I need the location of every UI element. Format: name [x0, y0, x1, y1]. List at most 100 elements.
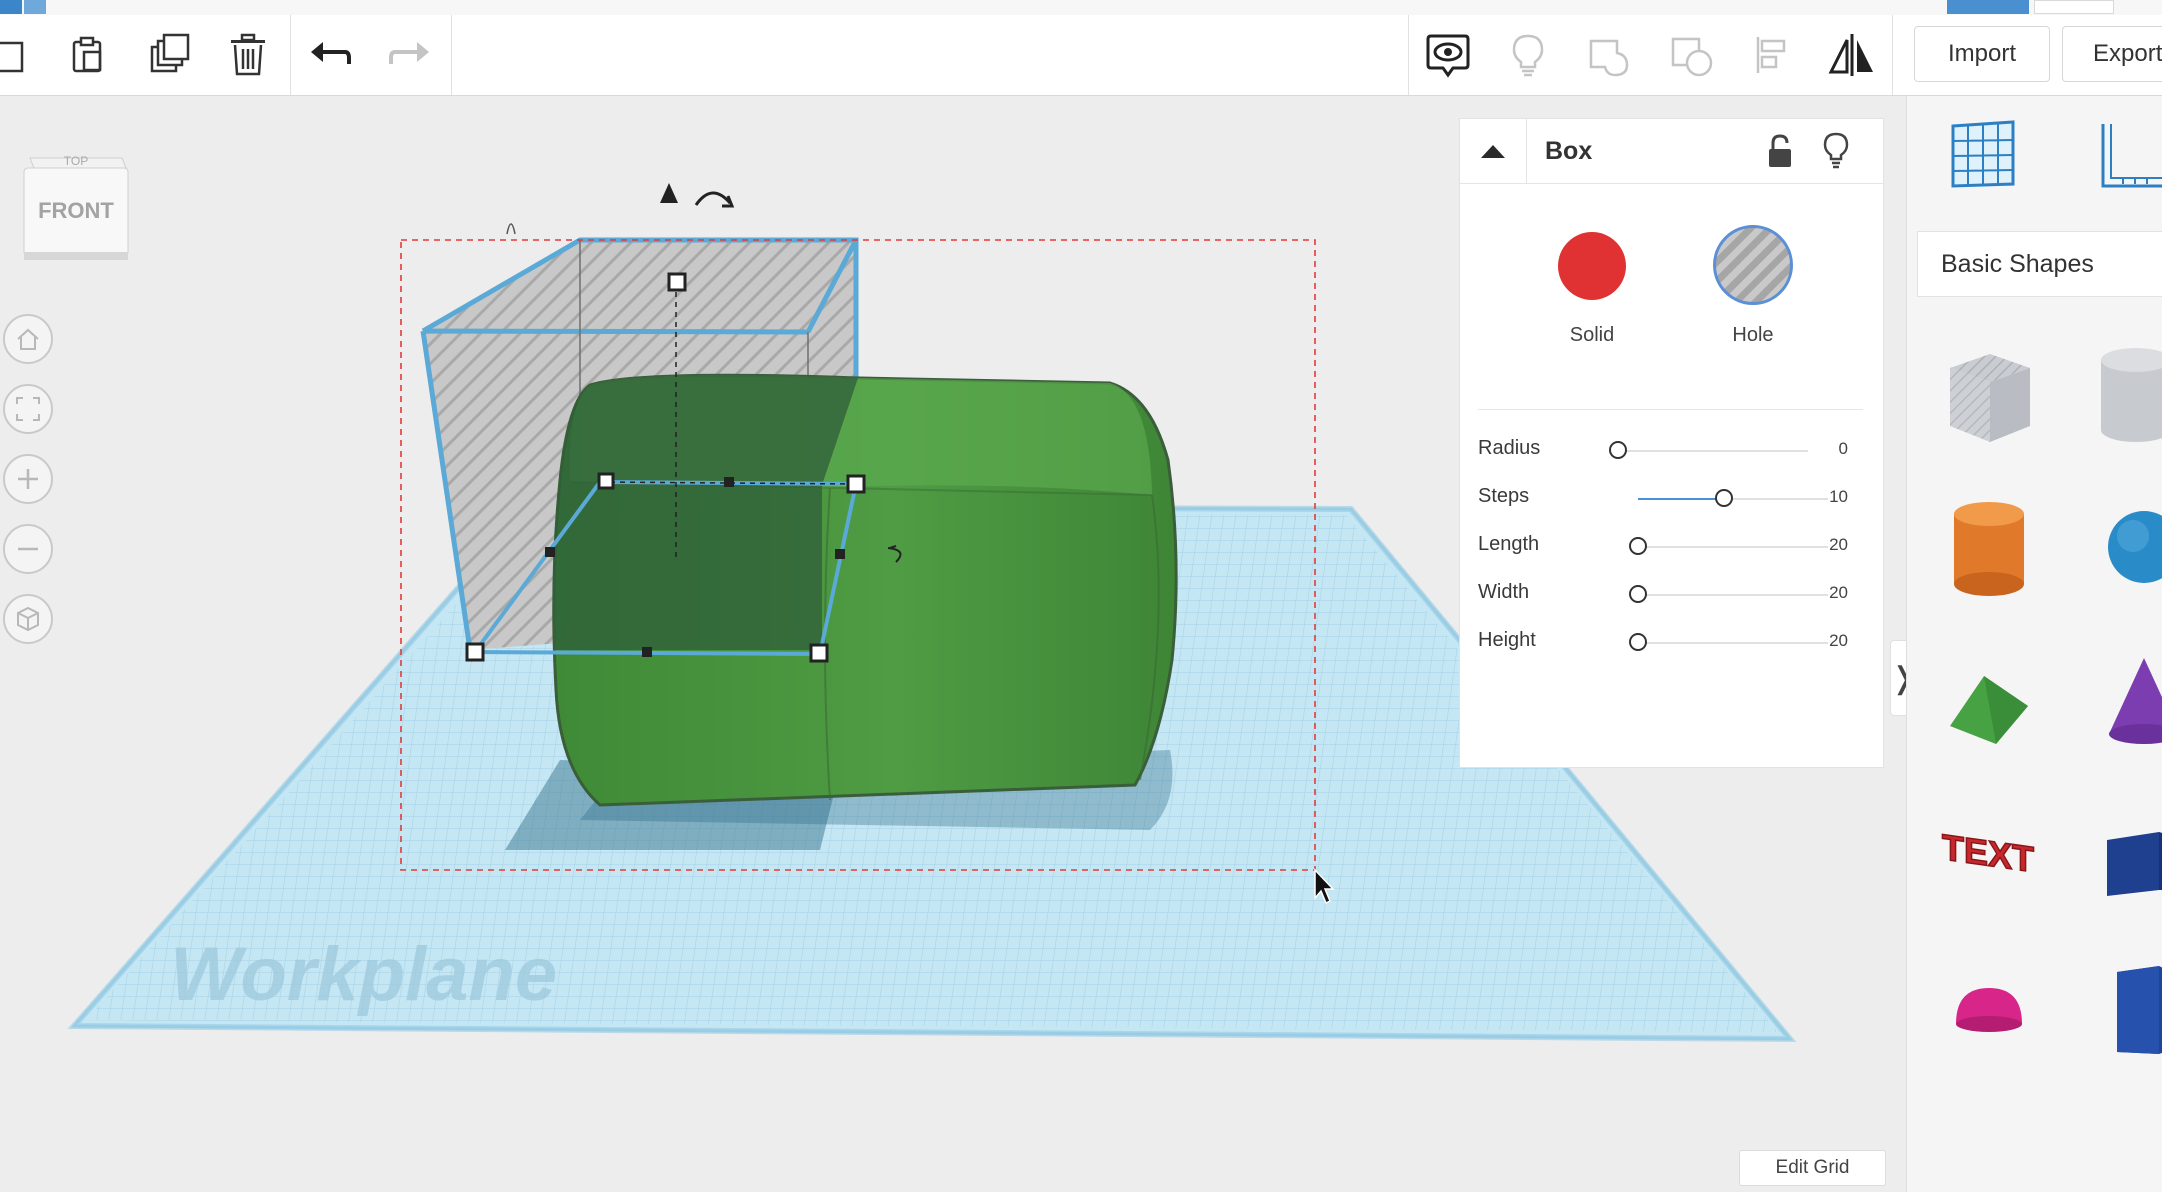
roof-shape[interactable] [1934, 646, 2044, 756]
inspector-header: Box [1460, 119, 1883, 184]
cylinder-shape[interactable] [1934, 492, 2044, 602]
hole-label: Hole [1732, 324, 1774, 346]
view-cube[interactable]: TOP FRONT [22, 148, 130, 268]
zoom-in-icon[interactable] [3, 454, 53, 504]
toolbar-separator [451, 15, 452, 95]
text-shape[interactable]: TEXT [1934, 800, 2044, 910]
copy-icon[interactable] [0, 29, 40, 81]
lift-arrow-icon[interactable] [660, 183, 678, 203]
panel-toggle-chevron-icon[interactable]: ❭ [1890, 640, 1906, 716]
slider-knob[interactable] [1715, 489, 1733, 507]
shape-library: Basic Shapes TEXT [1906, 96, 2162, 1192]
slider-track[interactable] [1638, 594, 1828, 596]
slider-knob[interactable] [1629, 585, 1647, 603]
import-button[interactable]: Import [1914, 26, 2050, 82]
slider-knob[interactable] [1609, 441, 1627, 459]
undo-icon[interactable] [305, 29, 357, 81]
property-name: Steps [1478, 485, 1530, 507]
green-rounded-box[interactable] [552, 373, 1178, 807]
library-category-select[interactable]: Basic Shapes [1917, 231, 2162, 297]
property-row-width[interactable]: Width 20 [1478, 575, 1868, 615]
zoom-out-icon[interactable] [3, 524, 53, 574]
svg-text:TEXT: TEXT [1942, 826, 2034, 880]
sphere-shape[interactable] [2089, 492, 2162, 602]
property-row-steps[interactable]: Steps 10 [1478, 479, 1868, 519]
main-toolbar: Import Export [0, 15, 2162, 96]
mirror-icon[interactable] [1826, 29, 1878, 81]
app-logo-tile [0, 0, 22, 14]
rotate-arrow-icon[interactable] [694, 191, 735, 208]
property-row-height[interactable]: Height 20 [1478, 623, 1868, 663]
view-cube-front-label: FRONT [38, 198, 114, 223]
3d-viewport[interactable]: Workplane TOP FRONT Box Solid Hole Radiu… [0, 96, 1906, 1192]
slider-knob[interactable] [1629, 537, 1647, 555]
corner-handle [597, 472, 615, 490]
collapse-chevron-icon[interactable] [1460, 119, 1527, 183]
corner-handle [809, 643, 829, 663]
hexagonal-prism-shape[interactable] [2089, 954, 2162, 1064]
perspective-icon[interactable] [3, 594, 53, 644]
box-hole-shape[interactable] [1934, 338, 2044, 448]
edge-handle [835, 549, 845, 559]
ruler-icon[interactable] [2097, 120, 2162, 195]
corner-handle [465, 642, 485, 662]
edit-grid-button[interactable]: Edit Grid [1739, 1150, 1886, 1186]
property-name: Radius [1478, 437, 1541, 459]
slider-track[interactable] [1618, 450, 1808, 452]
property-row-radius[interactable]: Radius 0 [1478, 431, 1868, 471]
ungroup-icon[interactable] [1666, 29, 1718, 81]
property-name: Length [1478, 533, 1540, 555]
library-view-switch [1907, 96, 2162, 206]
toolbar-separator [1408, 15, 1409, 95]
shape-name[interactable]: Box [1545, 137, 1592, 166]
height-handle [667, 272, 687, 292]
half-sphere-shape[interactable] [1934, 954, 2044, 1064]
workplane-label: Workplane [170, 932, 557, 1017]
align-icon[interactable] [1748, 29, 1800, 81]
slider-track[interactable] [1638, 642, 1828, 644]
group-icon[interactable] [1584, 29, 1636, 81]
notes-icon[interactable] [1502, 29, 1554, 81]
home-view-icon[interactable] [3, 314, 53, 364]
hole-swatch[interactable] [1713, 225, 1793, 305]
property-value[interactable]: 20 [1829, 583, 1848, 603]
toolbar-separator [290, 15, 291, 95]
property-name: Height [1478, 629, 1536, 651]
slider-fill [1638, 498, 1724, 500]
top-strip [0, 0, 2162, 16]
duplicate-icon[interactable] [144, 29, 196, 81]
inspector-divider [1478, 409, 1863, 410]
slider-track[interactable] [1638, 546, 1828, 548]
cylinder-hole-shape[interactable] [2089, 338, 2162, 448]
slider-knob[interactable] [1629, 633, 1647, 651]
corner-handle [846, 474, 866, 494]
delete-icon[interactable] [222, 29, 274, 81]
view-cube-top-label: TOP [63, 154, 89, 168]
solid-color-swatch[interactable] [1558, 232, 1626, 300]
paste-icon[interactable] [62, 29, 114, 81]
redo-icon[interactable] [383, 29, 435, 81]
export-button[interactable]: Export [2062, 26, 2162, 82]
cube-shape[interactable] [2089, 800, 2162, 910]
property-value[interactable]: 10 [1829, 487, 1848, 507]
app-logo-tile [24, 0, 46, 14]
property-value[interactable]: 20 [1829, 631, 1848, 651]
view-tab-active[interactable] [1947, 0, 2029, 14]
property-name: Width [1478, 581, 1530, 603]
solid-label: Solid [1569, 324, 1615, 346]
edge-handle [642, 647, 652, 657]
toolbar-separator [1892, 15, 1893, 95]
shape-inspector: Box Solid Hole Radius 0 Steps 10 Length 20 Wid… [1459, 118, 1884, 768]
property-row-length[interactable]: Length 20 [1478, 527, 1868, 567]
bulb-icon[interactable] [1822, 131, 1850, 174]
rotate-handle-icon[interactable] [506, 223, 516, 235]
fit-view-icon[interactable] [3, 384, 53, 434]
property-value[interactable]: 20 [1829, 535, 1848, 555]
view-tab[interactable] [2034, 0, 2114, 14]
unlock-icon[interactable] [1765, 133, 1795, 174]
cone-shape[interactable] [2089, 646, 2162, 756]
edge-handle [724, 477, 734, 487]
property-value[interactable]: 0 [1839, 439, 1848, 459]
show-all-icon[interactable] [1422, 29, 1474, 81]
grid-view-icon[interactable] [1947, 118, 2019, 195]
